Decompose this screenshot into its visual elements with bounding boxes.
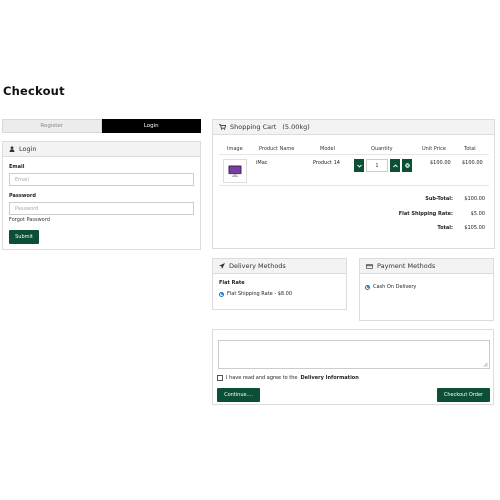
delivery-methods-panel: Delivery Methods Flat Rate Flat Shipping… xyxy=(212,258,347,310)
subtotal-label: Sub-Total: xyxy=(425,196,453,202)
quantity-decrease-button[interactable] xyxy=(354,159,364,172)
shopping-cart-panel: Shopping Cart (5.00kg) Image Product Nam… xyxy=(212,119,495,249)
imac-image xyxy=(228,165,242,177)
password-label: Password xyxy=(9,193,36,199)
agree-checkbox[interactable] xyxy=(217,375,223,381)
shipping-value: $5.00 xyxy=(470,211,485,217)
login-panel-header: Login xyxy=(3,142,200,157)
email-label: Email xyxy=(9,164,25,170)
payment-panel-header: Payment Methods xyxy=(360,259,493,274)
payment-panel-title: Payment Methods xyxy=(377,262,436,270)
resize-handle-icon[interactable] xyxy=(483,362,488,367)
close-circle-icon xyxy=(404,163,410,168)
agree-row: I have read and agree to the Delivery In… xyxy=(217,375,359,381)
delivery-radio[interactable] xyxy=(219,291,224,297)
tab-login[interactable]: Login xyxy=(101,119,201,133)
login-panel-title: Login xyxy=(19,145,37,153)
confirm-panel: I have read and agree to the Delivery In… xyxy=(212,329,494,405)
row-divider xyxy=(219,185,489,186)
forgot-password-link[interactable]: Forgot Password xyxy=(9,217,50,223)
total-label: Total: xyxy=(437,225,453,231)
chevron-up-icon xyxy=(392,163,398,167)
chevron-down-icon xyxy=(356,164,362,168)
product-thumbnail[interactable] xyxy=(223,159,247,183)
delivery-option[interactable]: Flat Shipping Rate - $8.00 xyxy=(219,291,292,297)
tab-register[interactable]: Register xyxy=(2,119,102,133)
login-tabs: Register Login xyxy=(2,119,201,133)
delivery-group-label: Flat Rate xyxy=(219,280,245,286)
quantity-increase-button[interactable] xyxy=(390,159,400,172)
payment-methods-panel: Payment Methods Cash On Delivery xyxy=(359,258,494,321)
login-panel: Login Email Email Password Password Forg… xyxy=(2,141,201,250)
payment-radio[interactable] xyxy=(365,284,370,290)
delivery-information-link[interactable]: Delivery Information xyxy=(301,375,359,381)
payment-option-label: Cash On Delivery xyxy=(373,284,417,290)
remove-item-button[interactable] xyxy=(402,159,412,172)
delivery-option-label: Flat Shipping Rate - $8.00 xyxy=(227,291,293,297)
delivery-panel-header: Delivery Methods xyxy=(213,259,346,274)
payment-option[interactable]: Cash On Delivery xyxy=(365,284,416,290)
password-field[interactable]: Password xyxy=(9,202,194,215)
email-field[interactable]: Email xyxy=(9,173,194,186)
user-icon xyxy=(9,146,15,152)
line-total: $100.00 xyxy=(462,160,483,166)
unit-price: $100.00 xyxy=(430,160,451,166)
shipping-label: Flat Shipping Rate: xyxy=(398,211,453,217)
subtotal-value: $100.00 xyxy=(464,196,485,202)
submit-button[interactable]: Submit xyxy=(9,230,39,244)
paper-plane-icon xyxy=(219,263,225,269)
product-name-link[interactable]: iMac xyxy=(256,160,268,166)
product-model: Product 14 xyxy=(313,160,340,166)
checkout-order-button[interactable]: Checkout Order xyxy=(437,388,490,402)
agree-text: I have read and agree to the xyxy=(226,375,298,381)
comment-textarea[interactable] xyxy=(218,340,490,369)
page-title: Checkout xyxy=(3,84,65,98)
credit-card-icon xyxy=(366,263,373,269)
delivery-panel-title: Delivery Methods xyxy=(229,262,286,270)
total-value: $105.00 xyxy=(464,225,485,231)
continue-button[interactable]: Continue.... xyxy=(217,388,260,402)
quantity-input[interactable]: 1 xyxy=(366,159,388,172)
